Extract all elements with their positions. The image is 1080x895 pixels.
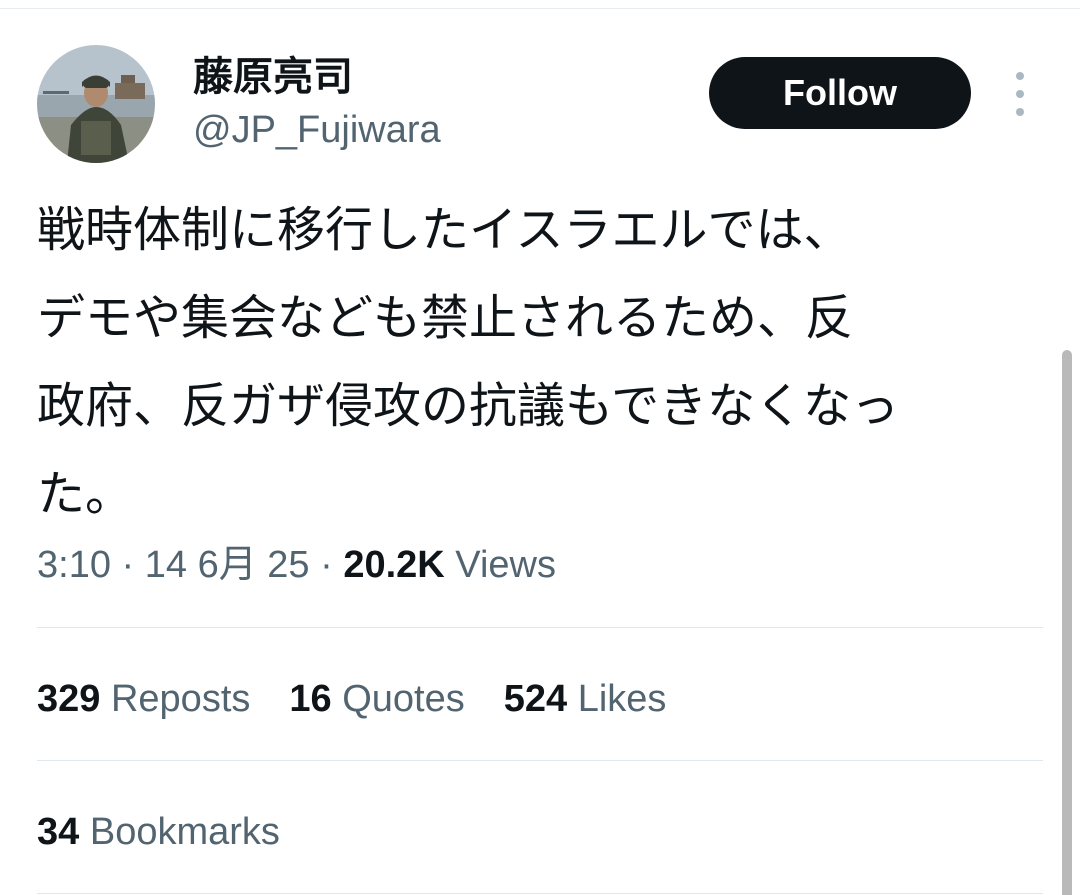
views-label: Views: [455, 544, 556, 586]
views-count: 20.2K: [343, 544, 445, 586]
user-handle[interactable]: @JP_Fujiwara: [193, 105, 441, 155]
quotes-stat[interactable]: 16 Quotes: [289, 672, 464, 726]
likes-count: 524: [503, 678, 568, 720]
meta-separator: ·: [110, 544, 145, 586]
tweet-meta: 3:10 · 14 6月 25 · 20.2K Views: [37, 538, 556, 592]
reposts-label: Reposts: [110, 678, 251, 720]
quotes-count: 16: [289, 678, 332, 720]
display-name[interactable]: 藤原亮司: [193, 52, 441, 102]
divider: [37, 627, 1043, 628]
tweet-date[interactable]: 14 6月 25: [145, 544, 310, 586]
reposts-count: 329: [37, 678, 101, 720]
divider: [37, 893, 1043, 894]
bookmarks-stat[interactable]: 34 Bookmarks: [37, 805, 280, 859]
dot-icon: [1016, 72, 1024, 80]
dot-icon: [1016, 90, 1024, 98]
bookmarks-label: Bookmarks: [89, 811, 280, 853]
quotes-label: Quotes: [342, 678, 465, 720]
tweet-text: 戦時体制に移行したイスラエルでは、 デモや集会なども禁止されるため、反 政府、反…: [37, 202, 900, 522]
likes-stat[interactable]: 524 Likes: [504, 672, 667, 726]
user-avatar[interactable]: [37, 45, 155, 163]
follow-button[interactable]: Follow: [709, 57, 971, 129]
top-divider: [0, 8, 1080, 9]
avatar-photo-icon: [37, 45, 155, 163]
meta-separator: ·: [309, 544, 344, 586]
tweet-time[interactable]: 3:10: [37, 544, 111, 586]
dot-icon: [1016, 108, 1024, 116]
engagement-stats: 329 Reposts 16 Quotes 524 Likes: [37, 672, 705, 726]
reposts-stat[interactable]: 329 Reposts: [37, 672, 250, 726]
scrollbar[interactable]: [1062, 350, 1072, 895]
likes-label: Likes: [577, 678, 667, 720]
bookmarks-count: 34: [37, 811, 80, 853]
divider: [37, 760, 1043, 761]
more-options-icon[interactable]: [1004, 72, 1036, 116]
